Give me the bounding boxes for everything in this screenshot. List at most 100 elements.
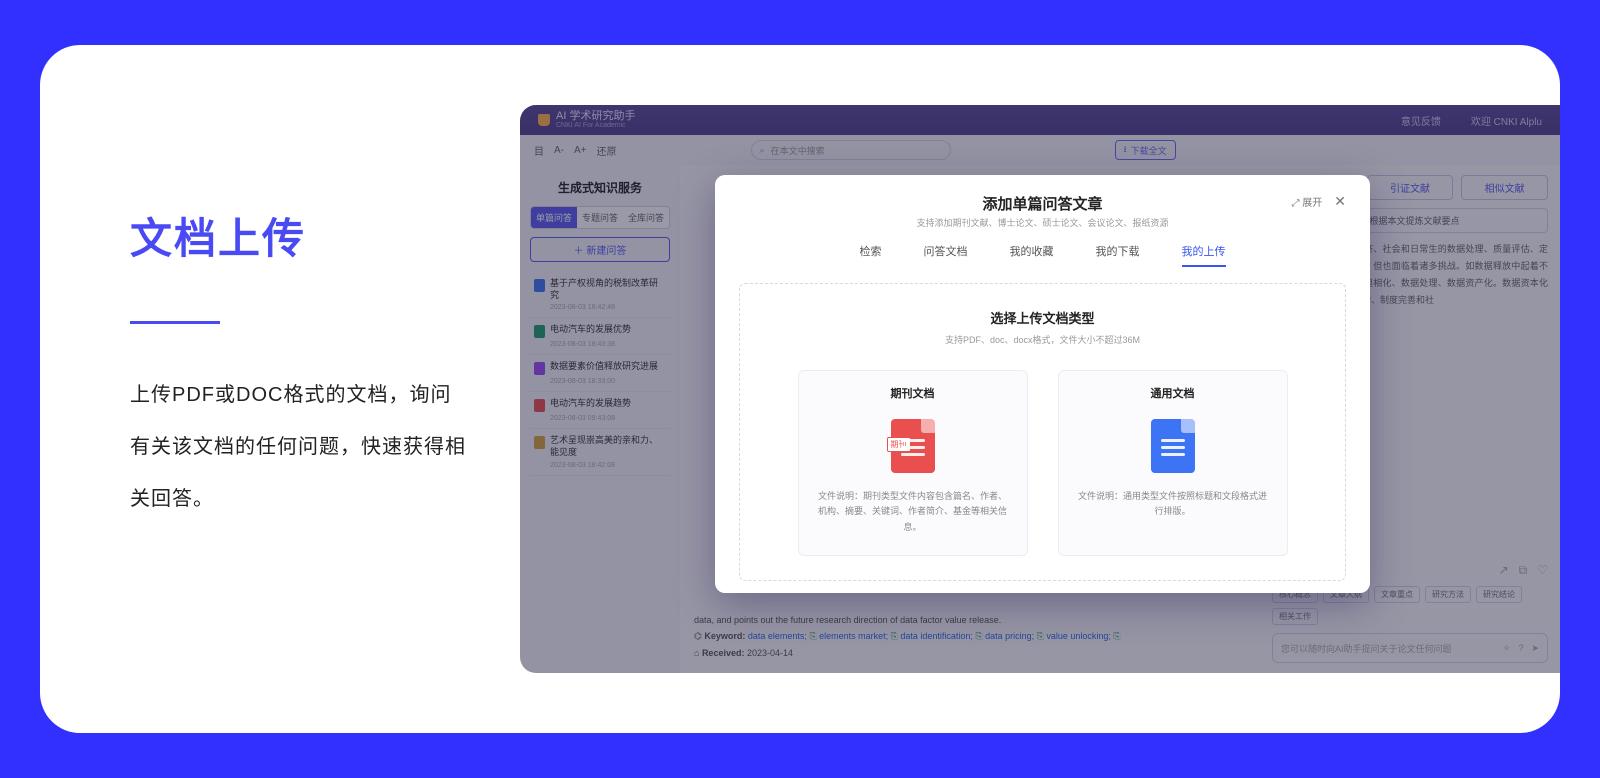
sidebar-item-label: 艺术呈现崇高美的亲和力、能见度 (550, 435, 666, 458)
font-dec-button[interactable]: A- (554, 145, 564, 156)
rp-tab-2[interactable]: 相似文献 (1461, 175, 1548, 200)
suggestion-chip[interactable]: 相关工作 (1272, 608, 1318, 625)
modal-tab[interactable]: 我的上传 (1182, 243, 1226, 267)
toolbar: 目 A- A+ 还原 ⌕ 在本文中搜索 ⭳ 下载全文 (520, 135, 1560, 165)
sidebar-item[interactable]: 电动汽车的发展趋势 2023-08-03 09:43:08 (530, 392, 670, 429)
upload-title: 选择上传文档类型 (990, 308, 1094, 327)
feedback-link[interactable]: 意见反馈 (1401, 113, 1441, 128)
download-icon: ⭳ (1124, 142, 1127, 158)
upload-card-journal[interactable]: 期刊文档 期刊 文件说明：期刊类型文件内容包含篇名、作者、机构、摘要、关键词、作… (798, 370, 1028, 556)
expand-button[interactable]: ⤢ 展开 (1291, 194, 1322, 209)
copy-keyword-icon[interactable]: ⎘ (1037, 631, 1044, 641)
modal-tab[interactable]: 我的下载 (1096, 243, 1140, 267)
copy-icon[interactable]: ⧉ (1519, 563, 1528, 578)
rp-actions: ↗ ⧉ ♡ (1499, 563, 1548, 578)
copy-keyword-icon[interactable]: ⎘ (975, 631, 982, 641)
keyword[interactable]: data identification; (898, 631, 976, 641)
sidebar-item-label: 电动汽车的发展优势 (550, 324, 631, 336)
add-article-modal: 添加单篇问答文章 ⤢ 展开 ✕ 支持添加期刊文献、博士论文、硕士论文、会议论文、… (715, 175, 1370, 593)
abstract-line: data, and points out the future research… (694, 614, 1246, 628)
divider (130, 321, 220, 324)
like-icon[interactable]: ♡ (1537, 563, 1548, 578)
upload-zone: 选择上传文档类型 支持PDF、doc、docx格式，文件大小不超过36M 期刊文… (739, 283, 1346, 581)
font-inc-button[interactable]: A+ (574, 145, 587, 156)
upload-card-title: 通用文档 (1151, 385, 1195, 401)
upload-subtitle: 支持PDF、doc、docx格式，文件大小不超过36M (945, 333, 1140, 346)
sidebar-item-meta: 2023-08-03 09:43:08 (550, 415, 666, 422)
copy-keyword-icon[interactable]: ⎘ (1113, 631, 1120, 641)
suggestion-chip[interactable]: 研究结论 (1476, 586, 1522, 603)
welcome-text: 欢迎 CNKI Alplu (1471, 113, 1542, 128)
close-icon[interactable]: ✕ (1334, 193, 1346, 210)
sidebar-tab-single[interactable]: 单篇问答 (531, 207, 577, 228)
feature-card: 文档上传 上传PDF或DOC格式的文档，询问有关该文档的任何问题，快速获得相关回… (40, 45, 1560, 733)
chat-input[interactable]: 您可以随时向AI助手提问关于论文任何问题 ✧ ? ➤ (1272, 633, 1548, 663)
idea-icon[interactable]: ✧ (1503, 643, 1511, 654)
modal-tab[interactable]: 问答文档 (924, 243, 968, 267)
send-icon[interactable]: ➤ (1531, 643, 1539, 654)
sidebar-item-label: 电动汽车的发展趋势 (550, 398, 631, 410)
brand-flame-icon (538, 114, 550, 126)
file-icon (534, 362, 545, 375)
new-question-button[interactable]: ＋ 新建问答 (530, 237, 670, 262)
app-screenshot: AI 学术研究助手 CNKI AI For Academic 意见反馈 欢迎 C… (520, 105, 1560, 673)
upload-card-desc: 文件说明：期刊类型文件内容包含篇名、作者、机构、摘要、关键词、作者简介、基金等相… (817, 489, 1009, 535)
sidebar-item-label: 基于产权视角的税制改革研究 (550, 278, 666, 301)
file-icon (534, 279, 545, 292)
sidebar-item[interactable]: 数据要素价值释放研究进展 2023-08-03 18:33:00 (530, 355, 670, 392)
download-button[interactable]: ⭳ 下载全文 (1115, 140, 1176, 160)
keyword[interactable]: elements market; (817, 631, 891, 641)
toc-button[interactable]: 目 (534, 143, 544, 158)
calendar-icon: ⌂ (694, 648, 702, 658)
file-icon (534, 325, 545, 338)
doc-search-input[interactable]: ⌕ 在本文中搜索 (751, 140, 951, 160)
modal-tabs: 检索 问答文档 我的收藏 我的下载 我的上传 (739, 243, 1346, 267)
modal-subtitle: 支持添加期刊文献、博士论文、硕士论文、会议论文、报纸资源 (739, 216, 1346, 229)
keyword[interactable]: data elements; (748, 631, 810, 641)
modal-tab[interactable]: 检索 (860, 243, 882, 267)
share-icon[interactable]: ↗ (1499, 563, 1509, 578)
rp-tab-1[interactable]: 引证文献 (1367, 175, 1454, 200)
restore-button[interactable]: 还原 (597, 143, 617, 158)
file-type-icon: 期刊 (891, 419, 935, 473)
sidebar-tabs: 单篇问答 专题问答 全库问答 (530, 206, 670, 229)
sidebar-item-meta: 2023-08-03 18:42:48 (550, 304, 666, 311)
app-header: AI 学术研究助手 CNKI AI For Academic 意见反馈 欢迎 C… (520, 105, 1560, 135)
keyword[interactable]: data pricing; (983, 631, 1037, 641)
copy-keyword-icon[interactable]: ⎘ (891, 631, 898, 641)
upload-card-general[interactable]: 通用文档 文件说明：通用类型文件按照标题和文段格式进行排版。 (1058, 370, 1288, 556)
sidebar-tab-topic[interactable]: 专题问答 (577, 207, 623, 228)
suggestion-chip[interactable]: 研究方法 (1425, 586, 1471, 603)
help-icon[interactable]: ? (1518, 643, 1523, 654)
app-brand: AI 学术研究助手 CNKI AI For Academic (538, 110, 635, 130)
sidebar: 生成式知识服务 单篇问答 专题问答 全库问答 ＋ 新建问答 基于产权视角的税制改… (520, 165, 680, 673)
sidebar-title: 生成式知识服务 (530, 179, 670, 196)
sidebar-item-meta: 2023-08-03 18:43:38 (550, 341, 666, 348)
sidebar-item[interactable]: 电动汽车的发展优势 2023-08-03 18:43:38 (530, 318, 670, 355)
feature-description: 上传PDF或DOC格式的文档，询问有关该文档的任何问题，快速获得相关回答。 (130, 369, 470, 525)
feature-title: 文档上传 (130, 205, 470, 266)
feature-description-pane: 文档上传 上传PDF或DOC格式的文档，询问有关该文档的任何问题，快速获得相关回… (130, 105, 470, 673)
copy-keyword-icon[interactable]: ⎘ (809, 631, 816, 641)
sidebar-item-meta: 2023-08-03 18:33:00 (550, 378, 666, 385)
sidebar-item[interactable]: 艺术呈现崇高美的亲和力、能见度 2023-08-03 18:42:08 (530, 429, 670, 475)
brand-line1: AI 学术研究助手 (556, 110, 635, 122)
sidebar-item-label: 数据要素价值释放研究进展 (550, 361, 658, 373)
file-icon (534, 436, 545, 449)
suggestion-chip[interactable]: 文章重点 (1374, 586, 1420, 603)
modal-tab[interactable]: 我的收藏 (1010, 243, 1054, 267)
key-icon: ⌬ (694, 631, 704, 641)
file-type-icon (1151, 419, 1195, 473)
search-icon: ⌕ (760, 145, 765, 156)
brand-line2: CNKI AI For Academic (556, 122, 635, 130)
sidebar-tab-all[interactable]: 全库问答 (623, 207, 669, 228)
sidebar-item-meta: 2023-08-03 18:42:08 (550, 462, 666, 469)
file-icon (534, 399, 545, 412)
sidebar-item[interactable]: 基于产权视角的税制改革研究 2023-08-03 18:42:48 (530, 272, 670, 318)
modal-title: 添加单篇问答文章 (982, 193, 1102, 214)
keyword[interactable]: value unlocking; (1044, 631, 1114, 641)
header-links: 意见反馈 欢迎 CNKI Alplu (1401, 113, 1542, 128)
keywords-line: ⌬ Keyword: data elements; ⎘ elements mar… (694, 630, 1246, 644)
received-line: ⌂ Received: 2023-04-14 (694, 647, 1246, 661)
upload-card-title: 期刊文档 (891, 385, 935, 401)
